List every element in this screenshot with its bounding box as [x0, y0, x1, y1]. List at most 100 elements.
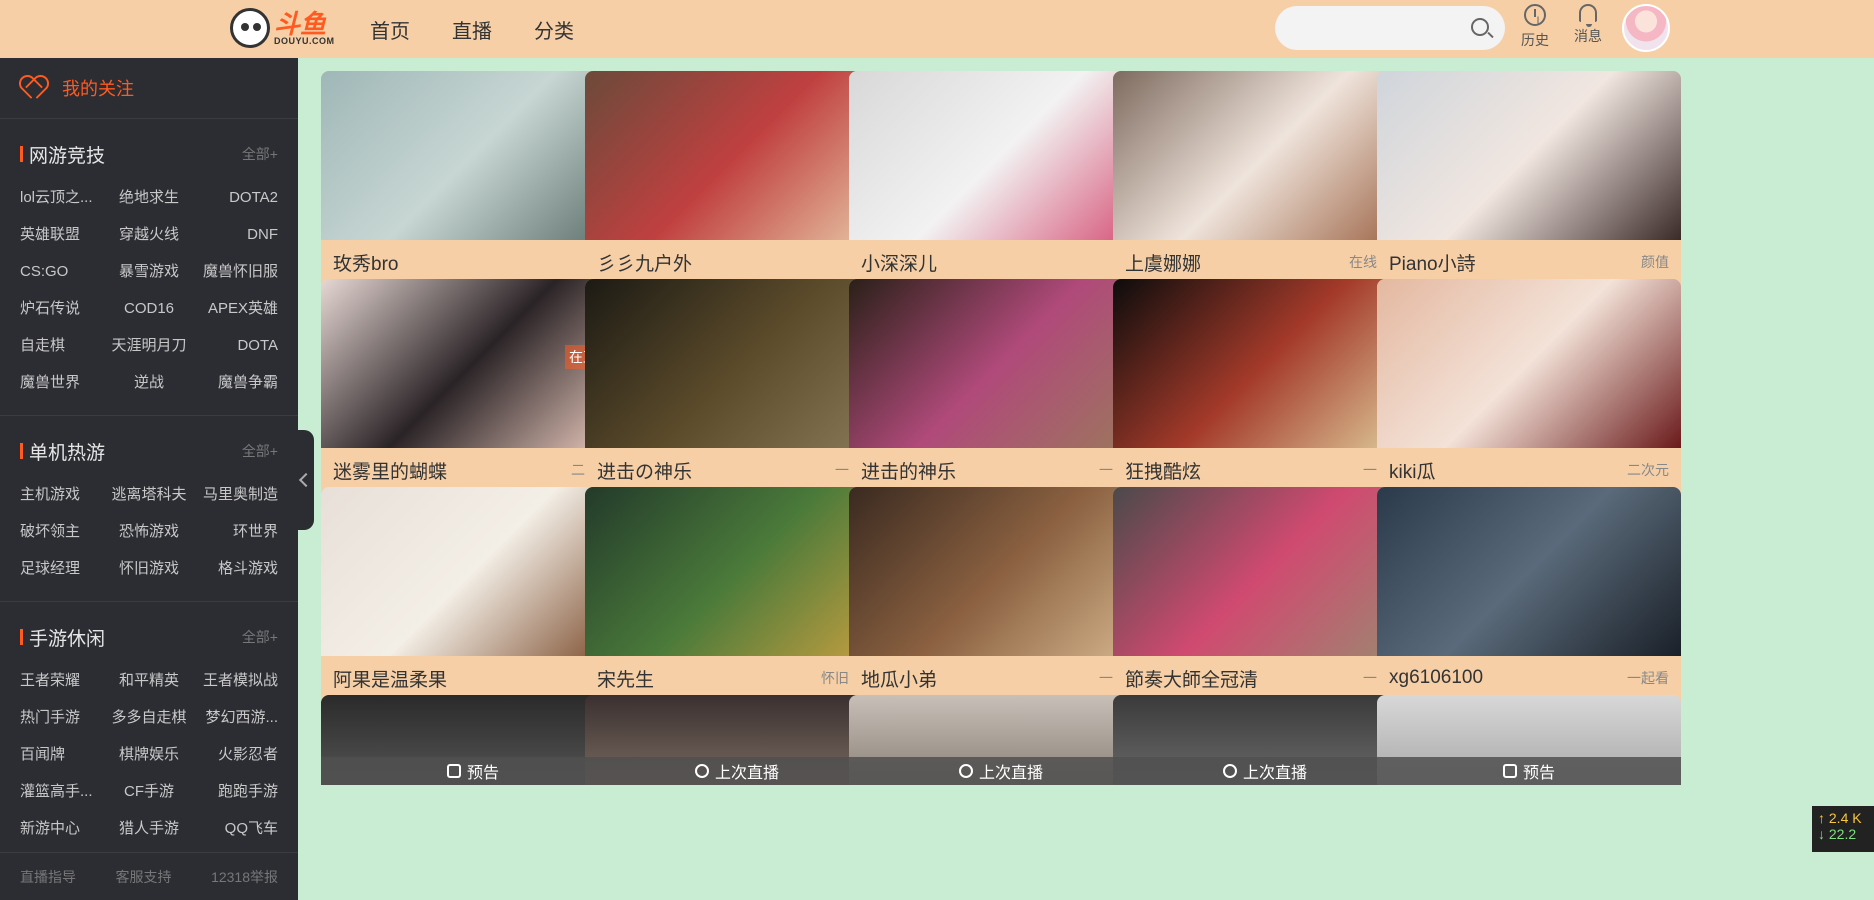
preview-room-card[interactable]: 上次直播	[1113, 695, 1417, 785]
room-title[interactable]: 地瓜小弟	[861, 665, 937, 692]
room-thumbnail[interactable]	[1113, 71, 1417, 240]
room-title[interactable]: 狂拽酷炫	[1125, 457, 1201, 484]
sidebar-category-item[interactable]: 魔兽争霸	[192, 364, 278, 401]
preview-room-card[interactable]: 上次直播	[849, 695, 1153, 785]
room-thumbnail[interactable]	[1377, 279, 1681, 448]
room-title[interactable]: 彡彡九户外	[597, 249, 692, 276]
sidebar-category-item[interactable]: 足球经理	[20, 550, 106, 587]
sidebar-category-item[interactable]: 穿越火线	[106, 216, 192, 253]
live-room-card[interactable]: kiki瓜 二次元 kiki治愈你的内心 9.5万	[1377, 279, 1681, 516]
sidebar-category-item[interactable]: 魔兽世界	[20, 364, 106, 401]
sidebar-category-item[interactable]: 逆战	[106, 364, 192, 401]
sidebar-category-item[interactable]: CS:GO	[20, 253, 106, 290]
room-thumbnail[interactable]	[849, 279, 1153, 448]
sidebar-category-item[interactable]: 天涯明月刀	[106, 327, 192, 364]
live-room-card[interactable]: 節奏大師全冠清 一起看 超清港剧直播间 3.5万	[1113, 487, 1417, 724]
douyu-logo[interactable]: 斗鱼 DOUYU.COM	[230, 8, 335, 48]
room-title[interactable]: 節奏大師全冠清	[1125, 665, 1258, 692]
room-thumbnail[interactable]	[1113, 487, 1417, 656]
section-all-link[interactable]: 全部+	[242, 144, 278, 164]
sidebar-category-item[interactable]: 怀旧游戏	[106, 550, 192, 587]
live-room-card[interactable]: 进击的神乐 一起看 【神乐】华语 经典 电影... 16.7万	[849, 279, 1153, 516]
room-thumbnail[interactable]	[1377, 71, 1681, 240]
search-icon[interactable]	[1471, 18, 1489, 36]
sidebar-category-item[interactable]: 魔兽怀旧服	[192, 253, 278, 290]
room-thumbnail[interactable]	[849, 487, 1153, 656]
section-all-link[interactable]: 全部+	[242, 627, 278, 647]
search-input[interactable]	[1275, 6, 1505, 50]
room-title[interactable]: Piano小詩	[1389, 249, 1476, 276]
sidebar-category-item[interactable]: 灌篮高手...	[20, 773, 106, 810]
sidebar-category-item[interactable]: 百闻牌	[20, 736, 106, 773]
sidebar-category-item[interactable]: DOTA	[192, 327, 278, 364]
footer-link-report[interactable]: 12318举报	[211, 867, 278, 887]
my-follows[interactable]: 我的关注	[0, 58, 298, 118]
live-room-card[interactable]: 地瓜小弟 一起看 最早港剧点播 4.8万	[849, 487, 1153, 724]
nav-home[interactable]: 首页	[370, 15, 410, 44]
room-thumbnail[interactable]	[1377, 487, 1681, 656]
sidebar-category-item[interactable]: 破坏领主	[20, 513, 106, 550]
sidebar-category-item[interactable]: 恐怖游戏	[106, 513, 192, 550]
sidebar-category-item[interactable]: 格斗游戏	[192, 550, 278, 587]
sidebar-category-item[interactable]: 炉石传说	[20, 290, 106, 327]
sidebar-category-item[interactable]: lol云顶之...	[20, 179, 106, 216]
sidebar-category-item[interactable]: 热门手游	[20, 699, 106, 736]
sidebar-category-item[interactable]: CF手游	[106, 773, 192, 810]
live-room-card[interactable]: 玫秀bro 电台 录播❤一听就爱了的声音 26.0万	[321, 71, 625, 308]
room-category[interactable]: 二次元	[1627, 460, 1669, 480]
sidebar-category-item[interactable]: 梦幻西游...	[192, 699, 278, 736]
room-title[interactable]: 迷雾里的蝴蝶	[333, 457, 447, 484]
live-room-card[interactable]: 上虞娜娜 在线教育 娜娜：快监督我！今晚... 48.9万	[1113, 71, 1417, 308]
sidebar-category-item[interactable]: 环世界	[192, 513, 278, 550]
room-thumbnail[interactable]	[321, 71, 625, 240]
sidebar-category-item[interactable]: 火影忍者	[192, 736, 278, 773]
room-thumbnail[interactable]	[585, 487, 889, 656]
room-title[interactable]: 阿果是温柔果	[333, 665, 447, 692]
room-category[interactable]: 一起看	[1627, 668, 1669, 688]
room-title[interactable]: 小深深儿	[861, 249, 937, 276]
sidebar-category-item[interactable]: 多多自走棋	[106, 699, 192, 736]
sidebar-category-item[interactable]: 和平精英	[106, 662, 192, 699]
preview-room-card[interactable]: 预告	[1377, 695, 1681, 785]
sidebar-category-item[interactable]: 自走棋	[20, 327, 106, 364]
sidebar-category-item[interactable]: 新游中心	[20, 810, 106, 847]
sidebar-category-item[interactable]: DOTA2	[192, 179, 278, 216]
sidebar-category-item[interactable]: COD16	[106, 290, 192, 327]
sidebar-category-item[interactable]: 逃离塔科夫	[106, 476, 192, 513]
live-room-card[interactable]: xg6106100 一起看 四大名著（原版） 1.6万	[1377, 487, 1681, 724]
room-title[interactable]: 玫秀bro	[333, 249, 398, 276]
room-thumbnail[interactable]	[585, 279, 889, 448]
live-room-card[interactable]: 宋先生 怀旧游戏 三国战纪系列 告别单身手... 7.8万	[585, 487, 889, 724]
nav-categories[interactable]: 分类	[534, 15, 574, 44]
sidebar-category-item[interactable]: 跑跑手游	[192, 773, 278, 810]
preview-room-card[interactable]: 上次直播	[585, 695, 889, 785]
room-title[interactable]: kiki瓜	[1389, 457, 1435, 484]
history-button[interactable]: 历史	[1515, 4, 1555, 50]
live-room-card[interactable]: 阿果是温柔果 颜值 我来啦~~ 1321478 9.3万	[321, 487, 625, 724]
live-room-card[interactable]: 小深深儿 舞蹈 【小深深儿】猛男必看 84.9万	[849, 71, 1153, 308]
preview-room-card[interactable]: 预告	[321, 695, 625, 785]
room-category[interactable]: 颜值	[1641, 252, 1669, 272]
sidebar-category-item[interactable]: 棋牌娱乐	[106, 736, 192, 773]
room-title[interactable]: 进击的神乐	[861, 457, 956, 484]
sidebar-category-item[interactable]: 马里奥制造	[192, 476, 278, 513]
sidebar-category-item[interactable]: 暴雪游戏	[106, 253, 192, 290]
nav-live[interactable]: 直播	[452, 15, 492, 44]
sidebar-category-item[interactable]: DNF	[192, 216, 278, 253]
sidebar-collapse-toggle[interactable]	[298, 430, 314, 530]
live-room-card[interactable]: 狂拽酷炫 一起看 【贝爷影厅】华语厅 经... 11.0万	[1113, 279, 1417, 516]
room-thumbnail[interactable]	[321, 487, 625, 656]
user-avatar[interactable]	[1622, 4, 1670, 52]
sidebar-category-item[interactable]: 主机游戏	[20, 476, 106, 513]
section-all-link[interactable]: 全部+	[242, 441, 278, 461]
live-room-card[interactable]: Piano小詩 颜值 素未谋面，也终会相遇 27.7万	[1377, 71, 1681, 308]
sidebar-category-item[interactable]: 猎人手游	[106, 810, 192, 847]
room-thumbnail[interactable]	[585, 71, 889, 240]
sidebar-category-item[interactable]: QQ飞车	[192, 810, 278, 847]
live-room-card[interactable]: 彡彡九户外 户外 做个快乐的自己 485503 247.5万	[585, 71, 889, 308]
room-title[interactable]: 上虞娜娜	[1125, 249, 1201, 276]
footer-link-support[interactable]: 客服支持	[116, 867, 172, 887]
room-title[interactable]: 宋先生	[597, 665, 654, 692]
sidebar-category-item[interactable]: 王者荣耀	[20, 662, 106, 699]
sidebar-category-item[interactable]: 英雄联盟	[20, 216, 106, 253]
